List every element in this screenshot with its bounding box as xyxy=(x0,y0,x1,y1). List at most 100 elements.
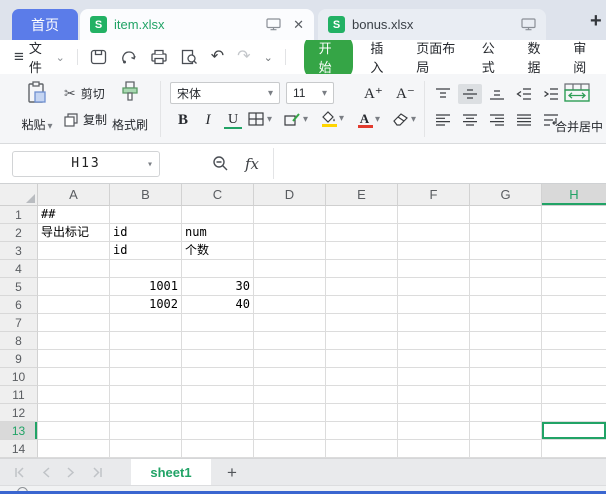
cell-G8[interactable] xyxy=(470,332,542,350)
font-name-dropdown-icon[interactable]: ▾ xyxy=(268,88,273,99)
cell-F2[interactable] xyxy=(398,224,470,242)
cell-D4[interactable] xyxy=(254,260,326,278)
cell-C3[interactable]: 个数 xyxy=(182,242,254,260)
cell-D10[interactable] xyxy=(254,368,326,386)
cell-A12[interactable] xyxy=(38,404,110,422)
cell-D1[interactable] xyxy=(254,206,326,224)
cell-G11[interactable] xyxy=(470,386,542,404)
formula-input[interactable] xyxy=(273,148,606,179)
cell-E3[interactable] xyxy=(326,242,398,260)
paste-dropdown-icon[interactable]: ▾ xyxy=(47,121,52,132)
row-header-13[interactable]: 13 xyxy=(0,422,38,440)
align-left-button[interactable] xyxy=(431,110,455,130)
cell-A14[interactable] xyxy=(38,440,110,458)
font-size-select[interactable]: 11 ▾ xyxy=(286,82,334,104)
italic-button[interactable]: I xyxy=(199,112,217,129)
cell-B9[interactable] xyxy=(110,350,182,368)
cell-D14[interactable] xyxy=(254,440,326,458)
cell-B3[interactable]: id xyxy=(110,242,182,260)
cell-C11[interactable] xyxy=(182,386,254,404)
cell-E9[interactable] xyxy=(326,350,398,368)
cell-C5[interactable]: 30 xyxy=(182,278,254,296)
cell-D9[interactable] xyxy=(254,350,326,368)
draw-border-button[interactable]: ▾ xyxy=(284,112,308,127)
cell-H5[interactable] xyxy=(542,278,606,296)
column-header-D[interactable]: D xyxy=(254,184,326,206)
home-tab[interactable]: 首页 xyxy=(12,9,78,40)
merge-center-button[interactable] xyxy=(563,83,591,103)
cell-H8[interactable] xyxy=(542,332,606,350)
paste-button[interactable] xyxy=(20,81,54,108)
align-top-button[interactable] xyxy=(431,84,455,104)
cell-G9[interactable] xyxy=(470,350,542,368)
cell-A3[interactable] xyxy=(38,242,110,260)
cell-C12[interactable] xyxy=(182,404,254,422)
column-header-B[interactable]: B xyxy=(110,184,182,206)
cell-D7[interactable] xyxy=(254,314,326,332)
cell-B4[interactable] xyxy=(110,260,182,278)
cell-A7[interactable] xyxy=(38,314,110,332)
paste-label[interactable]: 粘贴▾ xyxy=(12,116,62,133)
cell-G10[interactable] xyxy=(470,368,542,386)
cell-F14[interactable] xyxy=(398,440,470,458)
document-tab-bonus[interactable]: S bonus.xlsx xyxy=(318,9,546,40)
cell-C7[interactable] xyxy=(182,314,254,332)
font-size-dropdown-icon[interactable]: ▾ xyxy=(322,88,327,99)
cell-F11[interactable] xyxy=(398,386,470,404)
cell-H7[interactable] xyxy=(542,314,606,332)
cell-F5[interactable] xyxy=(398,278,470,296)
cell-A11[interactable] xyxy=(38,386,110,404)
column-header-G[interactable]: G xyxy=(470,184,542,206)
borders-button[interactable]: ▾ xyxy=(248,112,272,127)
bold-button[interactable]: B xyxy=(172,112,194,129)
borders-dropdown-icon[interactable]: ▾ xyxy=(267,114,272,125)
file-menu-chevron-icon[interactable]: ⌄ xyxy=(56,51,65,64)
cell-G14[interactable] xyxy=(470,440,542,458)
cell-A6[interactable] xyxy=(38,296,110,314)
cell-H14[interactable] xyxy=(542,440,606,458)
font-color-button[interactable]: A ▾ xyxy=(356,111,380,128)
cell-E10[interactable] xyxy=(326,368,398,386)
customize-toolbar-chevron-icon[interactable]: ⌄ xyxy=(264,51,273,64)
cell-E7[interactable] xyxy=(326,314,398,332)
cell-G12[interactable] xyxy=(470,404,542,422)
cell-B2[interactable]: id xyxy=(110,224,182,242)
align-middle-button[interactable] xyxy=(458,84,482,104)
previous-sheet-icon[interactable] xyxy=(42,467,50,478)
cell-B1[interactable] xyxy=(110,206,182,224)
clear-format-dropdown-icon[interactable]: ▾ xyxy=(411,114,416,125)
font-name-select[interactable]: 宋体 ▾ xyxy=(170,82,280,104)
column-header-F[interactable]: F xyxy=(398,184,470,206)
row-header-7[interactable]: 7 xyxy=(0,314,38,332)
file-menu[interactable]: 文件 xyxy=(29,38,52,76)
cell-B8[interactable] xyxy=(110,332,182,350)
cell-A8[interactable] xyxy=(38,332,110,350)
cell-D3[interactable] xyxy=(254,242,326,260)
close-icon[interactable]: ✕ xyxy=(293,17,304,33)
cell-H2[interactable] xyxy=(542,224,606,242)
align-bottom-button[interactable] xyxy=(485,84,509,104)
cell-G2[interactable] xyxy=(470,224,542,242)
cell-F1[interactable] xyxy=(398,206,470,224)
row-header-5[interactable]: 5 xyxy=(0,278,38,296)
cell-A4[interactable] xyxy=(38,260,110,278)
cell-C13[interactable] xyxy=(182,422,254,440)
cell-E5[interactable] xyxy=(326,278,398,296)
cell-F4[interactable] xyxy=(398,260,470,278)
fill-color-dropdown-icon[interactable]: ▾ xyxy=(339,113,344,124)
cell-C8[interactable] xyxy=(182,332,254,350)
row-header-14[interactable]: 14 xyxy=(0,440,38,458)
cell-A2[interactable]: 导出标记 xyxy=(38,224,110,242)
save-icon[interactable] xyxy=(90,49,107,65)
justify-button[interactable] xyxy=(512,110,536,130)
cell-G5[interactable] xyxy=(470,278,542,296)
print-icon[interactable] xyxy=(150,49,168,65)
row-header-8[interactable]: 8 xyxy=(0,332,38,350)
sheet-tab-sheet1[interactable]: sheet1 xyxy=(131,459,211,486)
increase-indent-button[interactable] xyxy=(539,84,563,104)
cell-F10[interactable] xyxy=(398,368,470,386)
row-header-4[interactable]: 4 xyxy=(0,260,38,278)
row-header-3[interactable]: 3 xyxy=(0,242,38,260)
cell-C10[interactable] xyxy=(182,368,254,386)
cell-D11[interactable] xyxy=(254,386,326,404)
